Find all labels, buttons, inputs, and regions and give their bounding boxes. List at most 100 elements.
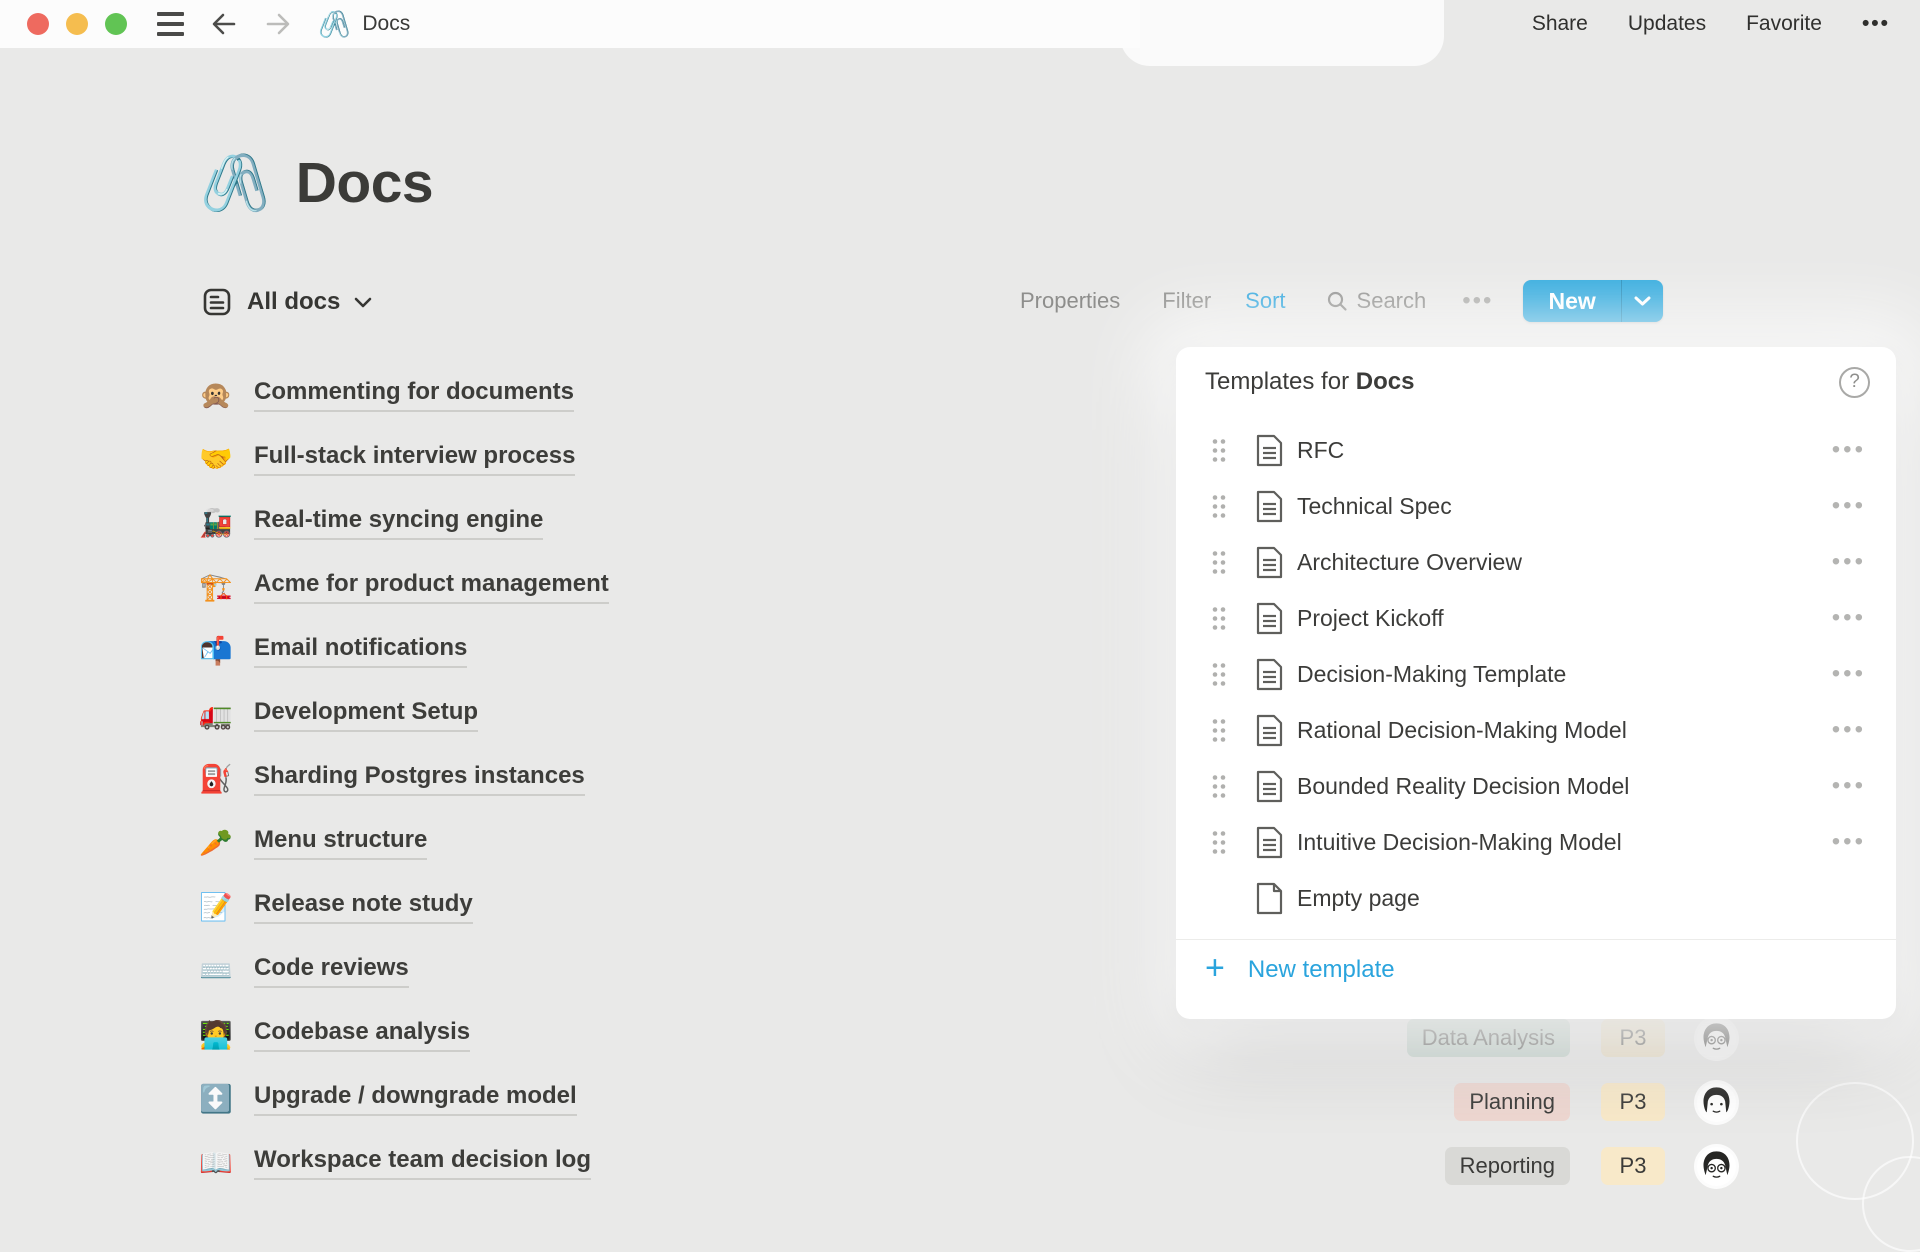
avatar[interactable]	[1697, 1083, 1736, 1122]
close-window-button[interactable]	[27, 13, 49, 35]
template-menu-icon[interactable]: •••	[1832, 716, 1866, 744]
new-button-dropdown[interactable]	[1622, 280, 1663, 322]
doc-row[interactable]: 📝Release note study	[197, 875, 609, 939]
doc-row[interactable]: 🤝 Full-stack interview process	[197, 427, 609, 491]
new-button[interactable]: New	[1523, 280, 1620, 322]
template-menu-icon[interactable]: •••	[1832, 492, 1866, 520]
drag-handle-icon[interactable]	[1210, 606, 1228, 631]
table-row: Planning P3	[1454, 1070, 1736, 1134]
priority-badge[interactable]: P3	[1601, 1083, 1665, 1121]
drag-handle-icon[interactable]	[1210, 662, 1228, 687]
filter-button[interactable]: Filter	[1162, 288, 1211, 314]
favorite-button[interactable]: Favorite	[1746, 12, 1822, 36]
doc-title-link[interactable]: Acme for product management	[254, 570, 609, 604]
doc-row[interactable]: 🙊 Commenting for documents	[197, 363, 609, 427]
template-row[interactable]: Decision-Making Template •••	[1176, 646, 1896, 702]
drag-handle-icon[interactable]	[1210, 494, 1228, 519]
doc-title-link[interactable]: Sharding Postgres instances	[254, 762, 585, 796]
empty-page-row[interactable]: Empty page	[1176, 870, 1896, 926]
zoom-window-button[interactable]	[105, 13, 127, 35]
priority-badge[interactable]: P3	[1601, 1147, 1665, 1185]
drag-handle-icon[interactable]	[1210, 438, 1228, 463]
doc-list: 🙊 Commenting for documents 🤝 Full-stack in…	[197, 363, 609, 1195]
doc-emoji-icon: 🤝	[197, 446, 235, 473]
avatar[interactable]	[1697, 1147, 1736, 1186]
doc-row[interactable]: ↕️Upgrade / downgrade model	[197, 1067, 609, 1131]
template-row[interactable]: Bounded Reality Decision Model •••	[1176, 758, 1896, 814]
template-menu-icon[interactable]: •••	[1832, 772, 1866, 800]
sidebar-toggle-icon[interactable]	[157, 12, 184, 36]
document-icon	[1256, 770, 1283, 803]
template-menu-icon[interactable]: •••	[1832, 548, 1866, 576]
avatar[interactable]	[1697, 1019, 1736, 1058]
doc-emoji-icon: 🚂	[197, 510, 235, 537]
template-menu-icon[interactable]: •••	[1832, 660, 1866, 688]
template-row[interactable]: Intuitive Decision-Making Model •••	[1176, 814, 1896, 870]
doc-emoji-icon: 📖	[197, 1150, 235, 1177]
doc-title-link[interactable]: Email notifications	[254, 634, 467, 668]
updates-button[interactable]: Updates	[1628, 12, 1706, 36]
template-row[interactable]: Architecture Overview •••	[1176, 534, 1896, 590]
doc-title-link[interactable]: Menu structure	[254, 826, 427, 860]
help-icon[interactable]: ?	[1839, 367, 1870, 398]
sort-button[interactable]: Sort	[1245, 288, 1285, 314]
view-switcher[interactable]: All docs	[201, 282, 372, 322]
template-row[interactable]: Rational Decision-Making Model •••	[1176, 702, 1896, 758]
properties-button[interactable]: Properties	[1020, 288, 1120, 314]
template-label: Rational Decision-Making Model	[1297, 717, 1832, 744]
doc-title-link[interactable]: Full-stack interview process	[254, 442, 575, 476]
template-row[interactable]: Technical Spec •••	[1176, 478, 1896, 534]
drag-handle-icon[interactable]	[1210, 830, 1228, 855]
doc-title-link[interactable]: Release note study	[254, 890, 473, 924]
search-icon	[1326, 290, 1348, 312]
doc-emoji-icon: 🥕	[197, 830, 235, 857]
doc-title-link[interactable]: Commenting for documents	[254, 378, 574, 412]
minimize-window-button[interactable]	[66, 13, 88, 35]
drag-handle-icon[interactable]	[1210, 718, 1228, 743]
template-row[interactable]: RFC •••	[1176, 422, 1896, 478]
doc-emoji-icon: 🙊	[197, 382, 235, 409]
template-row[interactable]: Project Kickoff •••	[1176, 590, 1896, 646]
doc-row[interactable]: 🏗️ Acme for product management	[197, 555, 609, 619]
new-template-button[interactable]: + New template	[1176, 940, 1896, 999]
doc-row[interactable]: 🚛Development Setup	[197, 683, 609, 747]
doc-row[interactable]: 📬Email notifications	[197, 619, 609, 683]
app-window: 🖇️ Docs Share Updates Favorite ••• 🖇️ Do…	[0, 0, 1920, 1200]
template-menu-icon[interactable]: •••	[1832, 604, 1866, 632]
doc-title-link[interactable]: Development Setup	[254, 698, 478, 732]
page-emoji-icon: 🖇️	[200, 155, 270, 211]
tag-badge[interactable]: Reporting	[1445, 1147, 1570, 1185]
back-arrow-icon[interactable]	[210, 10, 238, 38]
template-menu-icon[interactable]: •••	[1832, 436, 1866, 464]
table-row: Reporting P3	[1445, 1134, 1736, 1198]
doc-emoji-icon: 🏗️	[197, 574, 235, 601]
doc-title-link[interactable]: Upgrade / downgrade model	[254, 1082, 577, 1116]
doc-row[interactable]: 🧑‍💻Codebase analysis	[197, 1003, 609, 1067]
doc-row[interactable]: ⌨️ Code reviews	[197, 939, 609, 1003]
template-menu-icon[interactable]: •••	[1832, 828, 1866, 856]
priority-badge[interactable]: P3	[1601, 1019, 1665, 1057]
doc-row[interactable]: 🚂 Real-time syncing engine	[197, 491, 609, 555]
search-button[interactable]: Search	[1326, 288, 1427, 314]
doc-row[interactable]: ⛽Sharding Postgres instances	[197, 747, 609, 811]
more-options-icon[interactable]: •••	[1862, 12, 1890, 36]
page-header: 🖇️ Docs	[200, 150, 433, 216]
templates-popup-title: Templates for Docs	[1205, 368, 1414, 396]
tag-badge[interactable]: Data Analysis	[1407, 1019, 1570, 1057]
forward-arrow-icon[interactable]	[264, 10, 292, 38]
drag-handle-icon[interactable]	[1210, 550, 1228, 575]
doc-emoji-icon: ⌨️	[197, 958, 235, 985]
document-icon	[1256, 490, 1283, 523]
share-button[interactable]: Share	[1532, 12, 1588, 36]
document-icon	[1256, 602, 1283, 635]
doc-title-link[interactable]: Real-time syncing engine	[254, 506, 543, 540]
doc-title-link[interactable]: Codebase analysis	[254, 1018, 470, 1052]
doc-row[interactable]: 🥕 Menu structure	[197, 811, 609, 875]
toolbar-more-icon[interactable]: •••	[1462, 287, 1493, 315]
doc-title-link[interactable]: Code reviews	[254, 954, 409, 988]
doc-row[interactable]: 📖 Workspace team decision log	[197, 1131, 609, 1195]
titlebar-highlight-shape	[1120, 0, 1444, 66]
drag-handle-icon[interactable]	[1210, 774, 1228, 799]
doc-title-link[interactable]: Workspace team decision log	[254, 1146, 591, 1180]
tag-badge[interactable]: Planning	[1454, 1083, 1570, 1121]
